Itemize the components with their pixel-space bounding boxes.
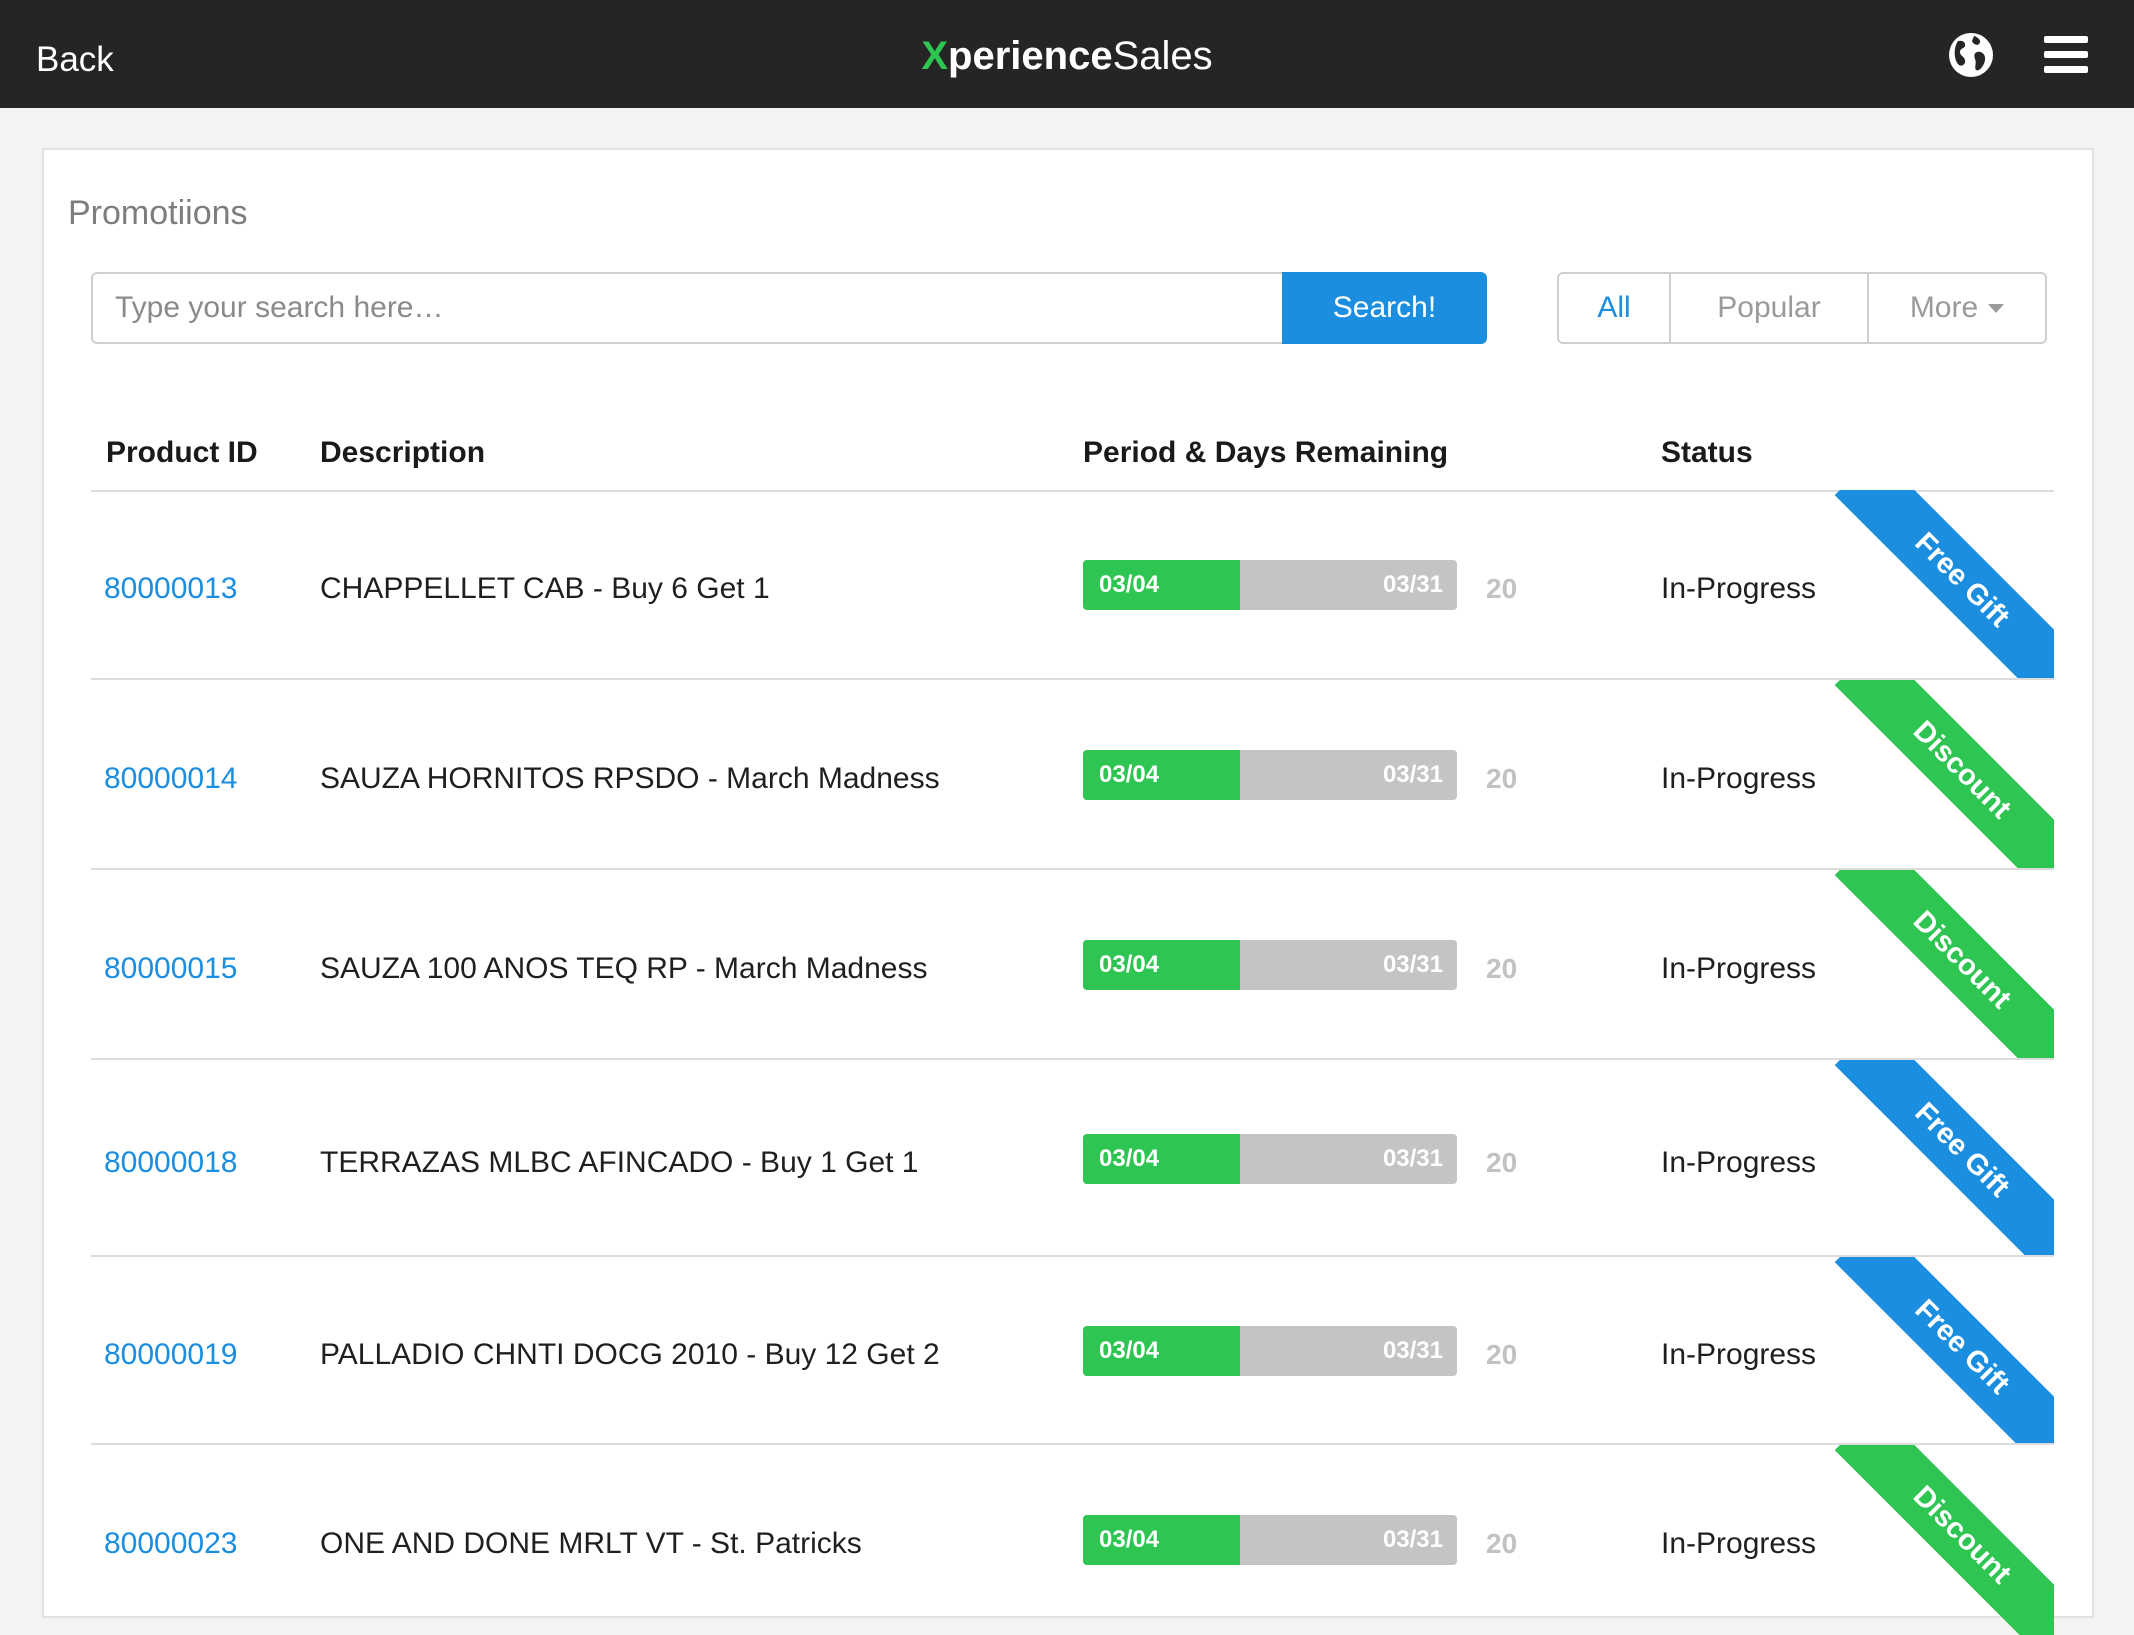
period-end-date: 03/31 <box>1382 1144 1443 1172</box>
search-bar: Search! <box>91 272 1487 344</box>
period-end-date: 03/31 <box>1382 761 1443 788</box>
product-id-link[interactable]: 80000014 <box>104 762 237 796</box>
table-row[interactable]: 80000013 CHAPPELLET CAB - Buy 6 Get 1 03… <box>91 490 2054 680</box>
app-logo: XperienceSales <box>0 34 2134 79</box>
product-id-link[interactable]: 80000018 <box>104 1146 237 1180</box>
period-end-date: 03/31 <box>1382 1526 1443 1553</box>
status-cell: In-Progress <box>1661 572 1817 605</box>
status-cell: In-Progress <box>1661 762 1817 795</box>
promotion-type-ribbon: Free Gift <box>1834 1060 2054 1255</box>
description-cell: CHAPPELLET CAB - Buy 6 Get 1 <box>320 572 770 605</box>
days-remaining: 20 <box>1486 1146 1518 1178</box>
days-remaining: 20 <box>1486 1339 1518 1370</box>
table-row[interactable]: 80000015 SAUZA 100 ANOS TEQ RP - March M… <box>91 870 2054 1060</box>
globe-icon[interactable] <box>1948 32 1994 78</box>
page-title: Promotiions <box>68 194 248 232</box>
promotion-type-ribbon: Free Gift <box>1834 490 2054 678</box>
days-remaining: 20 <box>1486 953 1518 984</box>
header-status: Status <box>1661 436 1753 469</box>
app-logo-x: X <box>921 34 949 78</box>
period-start-date: 03/04 <box>1099 951 1160 978</box>
period-start-date: 03/04 <box>1099 1144 1160 1172</box>
status-cell: In-Progress <box>1661 1527 1817 1560</box>
period-progress-bar: 03/04 03/31 <box>1083 560 1457 610</box>
header-product-id: Product ID <box>106 436 258 469</box>
description-cell: ONE AND DONE MRLT VT - St. Patricks <box>320 1527 862 1560</box>
filter-more-label: More <box>1909 291 1979 324</box>
promotions-table-body: 80000013 CHAPPELLET CAB - Buy 6 Get 1 03… <box>91 490 2054 1635</box>
table-header: Product ID Description Period & Days Rem… <box>91 428 2054 492</box>
search-button[interactable]: Search! <box>1282 272 1487 344</box>
period-start-date: 03/04 <box>1099 1526 1160 1553</box>
filter-all[interactable]: All <box>1559 274 1669 342</box>
description-cell: SAUZA 100 ANOS TEQ RP - March Madness <box>320 952 928 985</box>
days-remaining: 20 <box>1486 763 1518 794</box>
period-end-date: 03/31 <box>1382 951 1443 978</box>
product-id-link[interactable]: 80000023 <box>104 1527 237 1561</box>
days-remaining: 20 <box>1486 1528 1518 1559</box>
product-id-link[interactable]: 80000013 <box>104 572 237 606</box>
table-row[interactable]: 80000023 ONE AND DONE MRLT VT - St. Patr… <box>91 1445 2054 1635</box>
promotion-type-ribbon: Discount <box>1834 680 2054 868</box>
promotion-type-ribbon: Discount <box>1834 1445 2054 1635</box>
header-description: Description <box>320 436 486 469</box>
promotion-type-ribbon: Free Gift <box>1834 1257 2054 1443</box>
table-row[interactable]: 80000019 PALLADIO CHNTI DOCG 2010 - Buy … <box>91 1257 2054 1445</box>
header-period: Period & Days Remaining <box>1083 436 1449 469</box>
filter-segmented-control: All Popular More <box>1557 272 2047 344</box>
table-row[interactable]: 80000018 TERRAZAS MLBC AFINCADO - Buy 1 … <box>91 1060 2054 1257</box>
caret-down-icon <box>1988 303 2005 313</box>
period-start-date: 03/04 <box>1099 1337 1160 1364</box>
description-cell: SAUZA HORNITOS RPSDO - March Madness <box>320 762 940 795</box>
period-progress-bar: 03/04 03/31 <box>1083 1515 1457 1565</box>
period-progress-bar: 03/04 03/31 <box>1083 1326 1457 1376</box>
period-end-date: 03/31 <box>1382 1337 1443 1364</box>
period-progress-bar: 03/04 03/31 <box>1083 940 1457 990</box>
app-logo-sales: Sales <box>1112 34 1213 78</box>
period-start-date: 03/04 <box>1099 761 1160 788</box>
search-input[interactable] <box>91 272 1282 344</box>
description-cell: PALLADIO CHNTI DOCG 2010 - Buy 12 Get 2 <box>320 1338 940 1371</box>
app-logo-experience: perience <box>948 34 1113 78</box>
top-navigation-bar: Back XperienceSales <box>0 0 2134 108</box>
filter-more-dropdown[interactable]: More <box>1867 274 2045 342</box>
description-cell: TERRAZAS MLBC AFINCADO - Buy 1 Get 1 <box>320 1145 919 1179</box>
status-cell: In-Progress <box>1661 1338 1817 1371</box>
filter-popular[interactable]: Popular <box>1669 274 1867 342</box>
table-row[interactable]: 80000014 SAUZA HORNITOS RPSDO - March Ma… <box>91 680 2054 870</box>
status-cell: In-Progress <box>1661 952 1817 985</box>
period-end-date: 03/31 <box>1382 571 1443 598</box>
period-start-date: 03/04 <box>1099 571 1160 598</box>
product-id-link[interactable]: 80000019 <box>104 1338 237 1372</box>
period-progress-bar: 03/04 03/31 <box>1083 750 1457 800</box>
back-button[interactable]: Back <box>36 40 114 80</box>
days-remaining: 20 <box>1486 573 1518 604</box>
menu-icon[interactable] <box>2044 36 2088 74</box>
status-cell: In-Progress <box>1661 1145 1817 1179</box>
product-id-link[interactable]: 80000015 <box>104 952 237 986</box>
period-progress-bar: 03/04 03/31 <box>1083 1133 1457 1184</box>
promotion-type-ribbon: Discount <box>1834 870 2054 1058</box>
